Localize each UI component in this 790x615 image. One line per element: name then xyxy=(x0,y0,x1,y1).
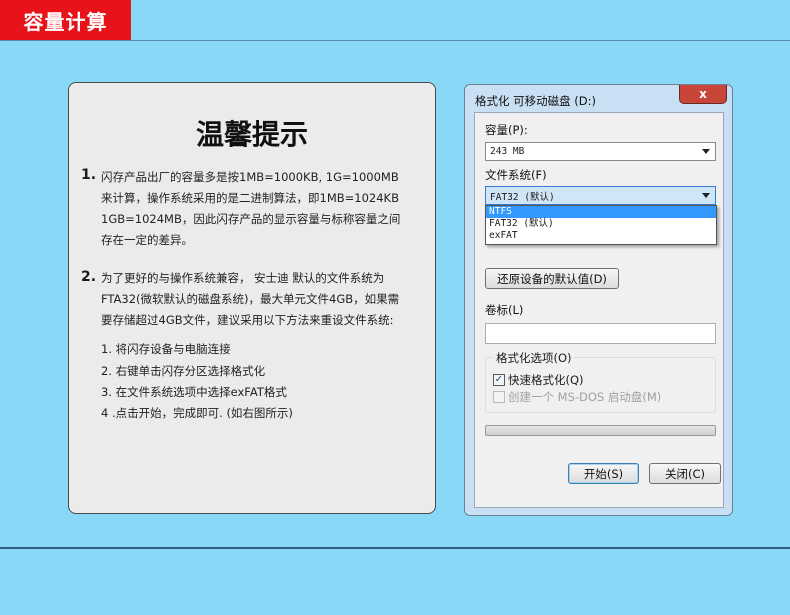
tip-number-2: 2. xyxy=(81,269,97,285)
tip-number-1: 1. xyxy=(81,167,97,183)
capacity-label: 容量(P): xyxy=(485,123,528,137)
filesystem-option-exfat[interactable]: exFAT xyxy=(486,230,716,242)
chevron-down-icon xyxy=(702,193,710,198)
format-options-label: 格式化选项(O) xyxy=(494,350,574,366)
format-options-group: 格式化选项(O) ✓ 快速格式化(Q) 创建一个 MS-DOS 启动盘(M) xyxy=(485,350,716,413)
dialog-title: 格式化 可移动磁盘 (D:) xyxy=(475,94,597,108)
tips-title: 温馨提示 xyxy=(195,118,308,151)
quick-format-checkbox[interactable]: ✓ 快速格式化(Q) xyxy=(493,372,584,388)
dialog-body: 容量(P): 243 MB 文件系统(F) FAT32 (默认) NTFS FA… xyxy=(474,112,724,508)
start-button[interactable]: 开始(S) xyxy=(568,463,639,484)
restore-defaults-button[interactable]: 还原设备的默认值(D) xyxy=(485,268,619,289)
step-item: 3. 在文件系统选项中选择exFAT格式 xyxy=(101,385,287,399)
tip-2-line: 为了更好的与操作系统兼容， 安士迪 默认的文件系统为 xyxy=(101,271,385,285)
filesystem-option-fat32[interactable]: FAT32 (默认) xyxy=(486,218,716,230)
step-item: 1. 将闪存设备与电脑连接 xyxy=(101,342,231,356)
volume-input[interactable] xyxy=(485,323,716,344)
boot-disk-label: 创建一个 MS-DOS 启动盘(M) xyxy=(508,390,662,404)
footer-divider xyxy=(0,547,790,549)
capacity-value: 243 MB xyxy=(490,146,525,157)
close-button[interactable]: 关闭(C) xyxy=(649,463,721,484)
page-title-badge: 容量计算 xyxy=(0,0,131,40)
tip-1-line: 存在一定的差异。 xyxy=(101,233,193,247)
filesystem-option-ntfs[interactable]: NTFS xyxy=(486,206,716,218)
tip-text-2: 为了更好的与操作系统兼容， 安士迪 默认的文件系统为 FTA32(微软默认的磁盘… xyxy=(101,268,431,331)
close-icon[interactable]: x xyxy=(679,85,727,104)
checkbox-icon xyxy=(493,391,505,403)
boot-disk-checkbox: 创建一个 MS-DOS 启动盘(M) xyxy=(493,389,661,405)
volume-label: 卷标(L) xyxy=(485,303,524,317)
tips-panel: 温馨提示 1. 闪存产品出厂的容量多是按1MB=1000KB, 1G=1000M… xyxy=(68,82,436,514)
capacity-select[interactable]: 243 MB xyxy=(485,142,716,161)
step-item: 2. 右键单击闪存分区选择格式化 xyxy=(101,364,266,378)
step-item: 4 .点击开始，完成即可. (如右图所示) xyxy=(101,406,293,420)
tip-text-1: 闪存产品出厂的容量多是按1MB=1000KB, 1G=1000MB 来计算，操作… xyxy=(101,167,431,251)
tip-2-line: 要存储超过4GB文件，建议采用以下方法来重设文件系统: xyxy=(101,313,394,327)
quick-format-label: 快速格式化(Q) xyxy=(508,373,584,387)
tip-1-line: 来计算，操作系统采用的是二进制算法，即1MB=1024KB xyxy=(101,191,399,205)
checkmark-icon: ✓ xyxy=(493,374,505,386)
tip-1-line: 闪存产品出厂的容量多是按1MB=1000KB, 1G=1000MB xyxy=(101,170,399,184)
filesystem-select[interactable]: FAT32 (默认) xyxy=(485,186,716,205)
tip-1-line: 1GB=1024MB，因此闪存产品的显示容量与标称容量之间 xyxy=(101,212,401,226)
tip-2-line: FTA32(微软默认的磁盘系统)，最大单元文件4GB，如果需 xyxy=(101,292,400,306)
format-dialog: 格式化 可移动磁盘 (D:) x 容量(P): 243 MB 文件系统(F) F… xyxy=(464,84,733,516)
filesystem-value: FAT32 (默认) xyxy=(490,191,555,203)
header-divider xyxy=(0,40,790,41)
format-progress-bar xyxy=(485,425,716,436)
filesystem-label: 文件系统(F) xyxy=(485,168,547,182)
filesystem-dropdown: NTFS FAT32 (默认) exFAT xyxy=(485,205,717,245)
chevron-down-icon xyxy=(702,149,710,154)
